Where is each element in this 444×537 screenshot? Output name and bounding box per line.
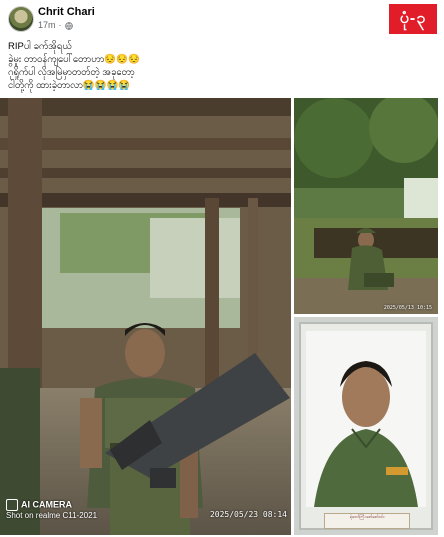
globe-icon [64, 21, 73, 30]
photo-framed-portrait[interactable]: ရဲဘော်ကြီး ဇော်ဇော်ဝင်း [294, 317, 438, 535]
watermark-title: AI CAMERA [21, 499, 72, 510]
camera-logo-icon [6, 499, 18, 511]
figure-badge: ပုံ-၃ [389, 4, 437, 34]
camera-watermark: AI CAMERA Shot on realme C11-2021 [6, 499, 97, 521]
post-caption: RIPပါ ခက်အိုရယ် ခွဲမူး တာဝန်ကျပေါ်တောဟာ😔… [8, 40, 308, 92]
photo-soldier-with-weapon[interactable]: AI CAMERA Shot on realme C11-2021 2025/0… [0, 98, 291, 535]
caption-line: RIPပါ ခက်အိုရယ် [8, 41, 72, 52]
facebook-post: Chrit Chari 17m · ပုံ-၃ RIPပါ ခက်အိုရယ် … [0, 0, 444, 537]
caption-line: ဂုရှိုက်ပါ လိုအမြဲမှာတတ်တဲ့ အခုတော့ [8, 67, 135, 78]
watermark-device: Shot on realme C11-2021 [6, 511, 98, 520]
caption-line: ငါတို့ကို ထားခဲ့တာလာ😭😭😭😭 [8, 80, 131, 91]
author-name[interactable]: Chrit Chari [38, 6, 95, 19]
portrait-frame [294, 317, 438, 535]
photo-timestamp: 2025/05/23 08:14 [209, 510, 287, 519]
post-time[interactable]: 17m [38, 20, 56, 31]
meta-separator: · [58, 20, 62, 30]
post-meta: 17m · [38, 20, 73, 31]
avatar[interactable] [8, 6, 34, 32]
photo-timestamp: 2025/05/13 10:15 [383, 305, 432, 311]
name-plaque: ရဲဘော်ကြီး ဇော်ဇော်ဝင်း [324, 513, 410, 529]
photo-scene [0, 98, 291, 535]
photo-soldier-crouching[interactable]: 2025/05/13 10:15 [294, 98, 438, 314]
photo-scene [294, 98, 438, 314]
caption-line: ခွဲမူး တာဝန်ကျပေါ်တောဟာ😔😔😔 [8, 54, 140, 65]
